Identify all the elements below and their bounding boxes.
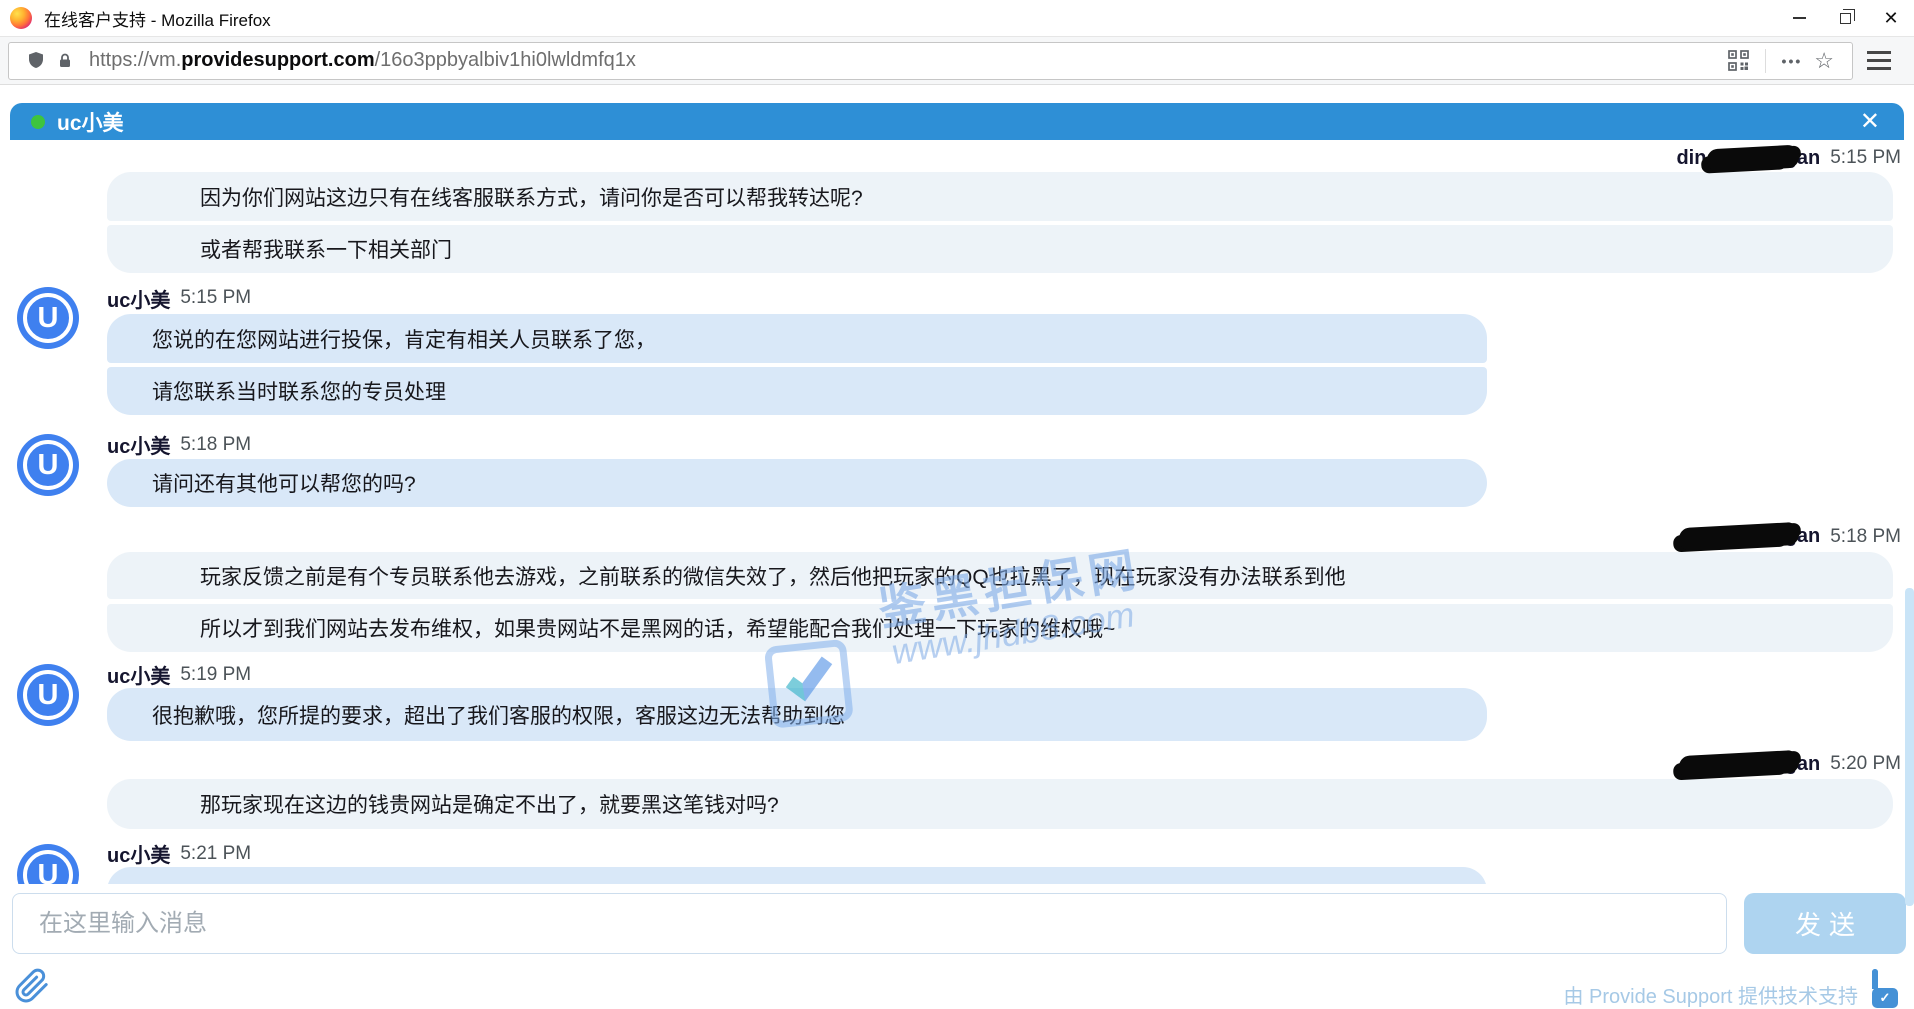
minimize-button[interactable] xyxy=(1776,0,1822,36)
message-timestamp: 5:20 PM xyxy=(1830,753,1901,775)
visitor-message: 那玩家现在这边的钱贵网站是确定不出了，就要黑这笔钱对吗? xyxy=(107,779,1893,829)
agent-message: 请您联系当时联系您的专员处理 xyxy=(107,367,1487,415)
message-group-visitor: ding gan 5:15 PM 因为你们网站这边只有在线客服联系方式，请问你是… xyxy=(0,144,1914,273)
browser-toolbar: https://vm.providesupport.com/16o3ppbyal… xyxy=(0,36,1914,85)
chat-message-area: ding gan 5:15 PM 因为你们网站这边只有在线客服联系方式，请问你是… xyxy=(0,140,1914,884)
agent-name-row: uc小美 5:21 PM xyxy=(107,840,1914,867)
agent-name: uc小美 xyxy=(107,660,170,689)
url-path: /16o3ppbyalbiv1hi0lwldmfq1x xyxy=(375,49,636,71)
firefox-logo-icon xyxy=(10,7,32,29)
secure-lock-icon: ✓ xyxy=(1872,972,1898,1004)
agent-avatar: U xyxy=(17,287,79,349)
avatar-u-logo: U xyxy=(17,844,79,884)
window-controls: ✕ xyxy=(1776,0,1914,36)
agent-name: uc小美 xyxy=(107,839,170,868)
window-title: 在线客户支持 - Mozilla Firefox xyxy=(44,6,271,31)
agent-message: 请问还有其他可以帮您的吗? xyxy=(107,459,1487,507)
message-composer: 发送 由 Provide Support 提供技术支持 ✓ xyxy=(0,884,1914,1009)
agent-name: uc小美 xyxy=(107,284,170,313)
message-group-agent: U uc小美 5:21 PM xyxy=(0,840,1914,884)
message-timestamp: 5:18 PM xyxy=(1830,526,1901,548)
message-timestamp: 5:19 PM xyxy=(180,664,251,686)
redaction-bar xyxy=(1706,144,1799,172)
minimize-icon xyxy=(1793,17,1806,19)
url-scheme: https://vm. xyxy=(89,49,181,71)
message-group-visitor: gan 5:20 PM 那玩家现在这边的钱贵网站是确定不出了，就要黑这笔钱对吗? xyxy=(0,749,1914,829)
agent-name-row: uc小美 5:18 PM xyxy=(107,432,1914,457)
agent-name-title: uc小美 xyxy=(57,107,124,137)
agent-avatar: U xyxy=(17,434,79,496)
message-group-agent: U uc小美 5:19 PM 很抱歉哦，您所提的要求，超出了我们客服的权限，客服… xyxy=(0,661,1914,741)
message-timestamp: 5:21 PM xyxy=(180,843,251,865)
message-timestamp: 5:15 PM xyxy=(1830,147,1901,169)
powered-by-link[interactable]: 由 Provide Support 提供技术支持 xyxy=(1563,980,1858,1009)
visitor-message: 或者帮我联系一下相关部门 xyxy=(107,225,1893,273)
url-text: https://vm.providesupport.com/16o3ppbyal… xyxy=(89,49,636,72)
lock-check-glyph: ✓ xyxy=(1872,988,1898,1008)
redaction-bar xyxy=(1678,522,1799,551)
avatar-u-logo: U xyxy=(17,664,79,726)
lock-icon[interactable] xyxy=(57,52,73,69)
chat-scrollbar-thumb[interactable] xyxy=(1905,588,1914,906)
urlbar-separator xyxy=(1765,49,1766,73)
chat-header: uc小美 ✕ xyxy=(10,103,1904,140)
message-group-agent: U uc小美 5:18 PM 请问还有其他可以帮您的吗? xyxy=(0,432,1914,507)
message-input[interactable] xyxy=(12,893,1727,954)
agent-name: uc小美 xyxy=(107,430,170,459)
redaction-bar xyxy=(1678,749,1799,778)
agent-name-row: uc小美 5:15 PM xyxy=(107,284,1914,312)
attachment-paperclip-icon[interactable] xyxy=(14,968,50,1004)
close-icon: ✕ xyxy=(1883,9,1898,27)
restore-icon xyxy=(1840,13,1851,24)
qr-code-icon[interactable] xyxy=(1728,50,1749,71)
bookmark-star-icon[interactable]: ☆ xyxy=(1814,48,1834,74)
online-status-dot xyxy=(31,115,45,129)
send-button[interactable]: 发送 xyxy=(1744,893,1906,954)
message-group-visitor: gan 5:18 PM 玩家反馈之前是有个专员联系他去游戏，之前联系的微信失效了… xyxy=(0,521,1914,652)
tracking-shield-icon[interactable] xyxy=(27,51,45,70)
url-bar[interactable]: https://vm.providesupport.com/16o3ppbyal… xyxy=(8,42,1853,80)
chat-close-icon[interactable]: ✕ xyxy=(1860,107,1880,136)
agent-message xyxy=(107,867,1487,884)
close-window-button[interactable]: ✕ xyxy=(1868,0,1914,36)
visitor-name-row: ding gan 5:15 PM xyxy=(0,144,1914,172)
hamburger-menu-icon[interactable] xyxy=(1867,51,1891,70)
agent-message: 您说的在您网站进行投保，肯定有相关人员联系了您， xyxy=(107,314,1487,363)
page-actions-icon[interactable]: ••• xyxy=(1782,53,1803,69)
message-timestamp: 5:15 PM xyxy=(180,287,251,309)
restore-button[interactable] xyxy=(1822,0,1868,36)
visitor-message: 玩家反馈之前是有个专员联系他去游戏，之前联系的微信失效了，然后他把玩家的QQ也拉… xyxy=(107,552,1893,599)
avatar-u-logo: U xyxy=(17,287,79,349)
avatar-u-logo: U xyxy=(17,434,79,496)
agent-name-row: uc小美 5:19 PM xyxy=(107,661,1914,688)
agent-avatar: U xyxy=(17,844,79,884)
window-titlebar: 在线客户支持 - Mozilla Firefox ✕ xyxy=(0,0,1914,36)
agent-avatar: U xyxy=(17,664,79,726)
visitor-message: 所以才到我们网站去发布维权，如果贵网站不是黑网的话，希望能配合我们处理一下玩家的… xyxy=(107,604,1893,652)
message-timestamp: 5:18 PM xyxy=(180,434,251,456)
visitor-name-row: gan 5:18 PM xyxy=(0,521,1914,552)
agent-message: 很抱歉哦，您所提的要求，超出了我们客服的权限，客服这边无法帮助到您 xyxy=(107,688,1487,741)
visitor-name-row: gan 5:20 PM xyxy=(0,749,1914,779)
message-group-agent: U uc小美 5:15 PM 您说的在您网站进行投保，肯定有相关人员联系了您， … xyxy=(0,284,1914,415)
visitor-message: 因为你们网站这边只有在线客服联系方式，请问你是否可以帮我转达呢? xyxy=(107,172,1893,221)
url-domain: providesupport.com xyxy=(181,49,374,71)
